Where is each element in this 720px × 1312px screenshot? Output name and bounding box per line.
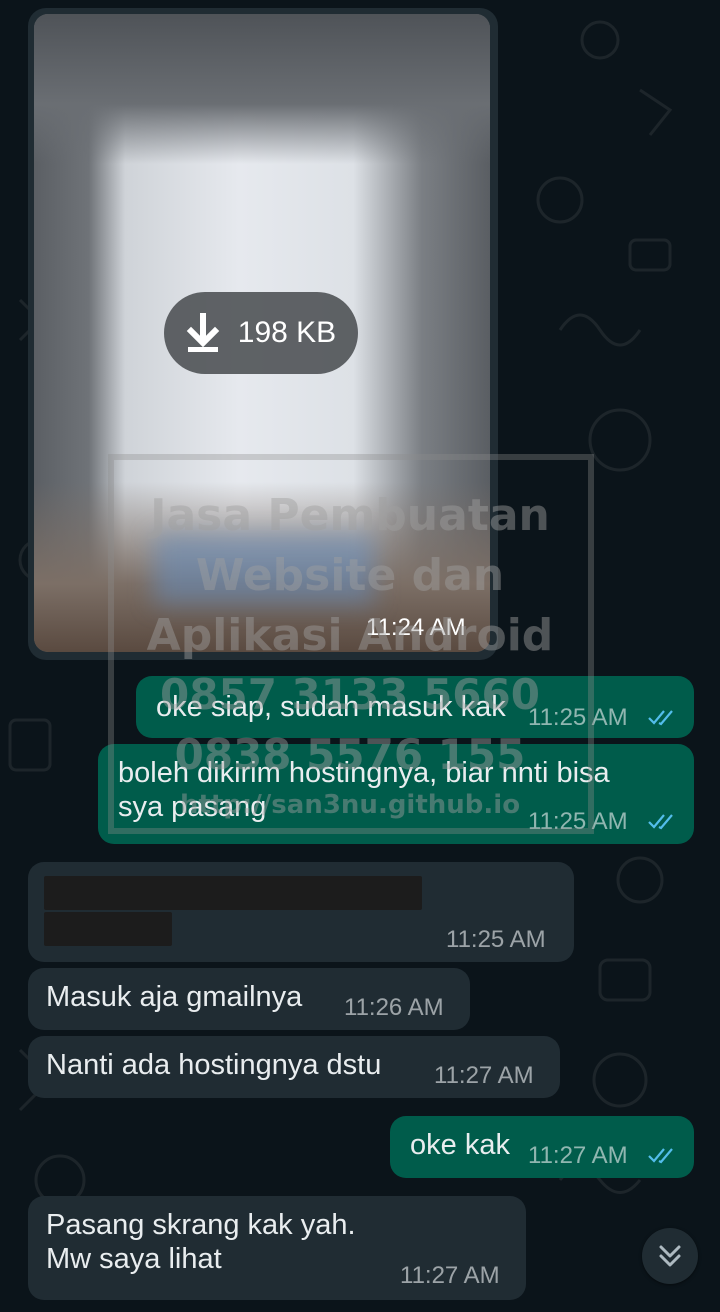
incoming-message-bubble[interactable]: Nanti ada hostingnya dstu 11:27 AM xyxy=(28,1036,560,1098)
watermark-text: 0838 5576 155 xyxy=(174,730,526,779)
watermark-text: 0857 3133 5660 xyxy=(160,670,540,719)
incoming-message-bubble[interactable]: Masuk aja gmailnya 11:26 AM xyxy=(28,968,470,1030)
redacted-text-block xyxy=(44,876,422,910)
double-chevron-down-icon xyxy=(659,1245,681,1267)
message-text: Pasang skrang kak yah. Mw saya lihat xyxy=(46,1209,356,1275)
watermark-text: Aplikasi Android xyxy=(146,610,554,661)
message-time: 11:27 AM xyxy=(434,1062,534,1089)
watermark-text: Website dan xyxy=(195,550,505,601)
download-size-label: 198 KB xyxy=(237,316,337,349)
double-check-icon xyxy=(648,1148,673,1164)
outgoing-message-bubble[interactable]: oke kak 11:27 AM xyxy=(390,1116,694,1178)
redacted-text-block xyxy=(44,912,172,946)
download-button[interactable]: 198 KB xyxy=(164,292,358,374)
watermark-text: Jasa Pembuatan xyxy=(150,490,550,541)
message-text: Masuk aja gmailnya xyxy=(46,981,303,1013)
message-time: 11:25 AM xyxy=(446,926,546,953)
message-text: Nanti ada hostingnya dstu xyxy=(46,1049,382,1081)
download-arrow-icon xyxy=(186,313,220,352)
watermark-text: http://san3nu.github.io xyxy=(179,790,521,820)
incoming-message-bubble[interactable]: Pasang skrang kak yah. Mw saya lihat 11:… xyxy=(28,1196,526,1300)
message-time: 11:26 AM xyxy=(344,994,444,1021)
message-time: 11:27 AM xyxy=(528,1142,628,1169)
message-text: oke kak xyxy=(410,1129,510,1161)
scroll-to-bottom-button[interactable] xyxy=(642,1228,698,1284)
message-time: 11:27 AM xyxy=(400,1262,500,1289)
